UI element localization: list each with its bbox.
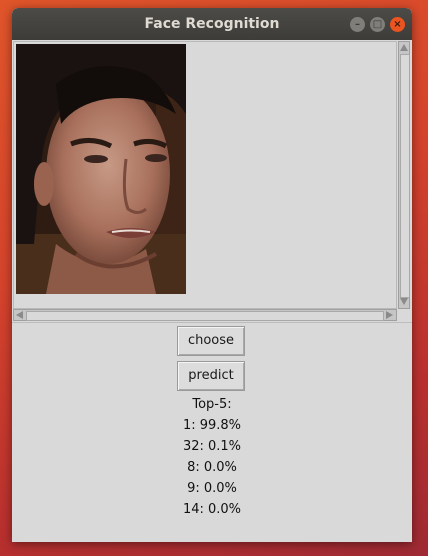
maximize-icon[interactable]: □	[370, 17, 385, 32]
app-window: Face Recognition – □ × choose predict To…	[12, 8, 412, 542]
face-image	[16, 44, 186, 294]
result-item: 8: 0.0%	[187, 460, 237, 475]
result-item: 32: 0.1%	[182, 439, 242, 454]
scroll-up-icon[interactable]	[400, 44, 408, 51]
result-item: 14: 0.0%	[182, 502, 242, 517]
predict-button[interactable]: predict	[177, 361, 245, 391]
title-bar[interactable]: Face Recognition – □ ×	[12, 8, 412, 40]
result-item: 1: 99.8%	[182, 418, 242, 433]
scroll-right-icon[interactable]	[386, 311, 393, 319]
scroll-left-icon[interactable]	[16, 311, 23, 319]
choose-button[interactable]: choose	[177, 326, 245, 356]
image-canvas	[13, 41, 397, 309]
close-icon[interactable]: ×	[390, 17, 405, 32]
scroll-down-icon[interactable]	[400, 298, 408, 305]
result-item: 9: 0.0%	[187, 481, 237, 496]
results-heading: Top-5:	[192, 397, 232, 412]
vertical-scrollbar[interactable]	[398, 41, 410, 309]
horizontal-scrollbar[interactable]	[13, 309, 397, 321]
horizontal-scroll-thumb[interactable]	[26, 311, 384, 321]
divider	[12, 322, 412, 323]
minimize-icon[interactable]: –	[350, 17, 365, 32]
prediction-results: Top-5: 1: 99.8% 32: 0.1% 8: 0.0% 9: 0.0%…	[12, 394, 412, 520]
vertical-scroll-thumb[interactable]	[400, 54, 410, 298]
